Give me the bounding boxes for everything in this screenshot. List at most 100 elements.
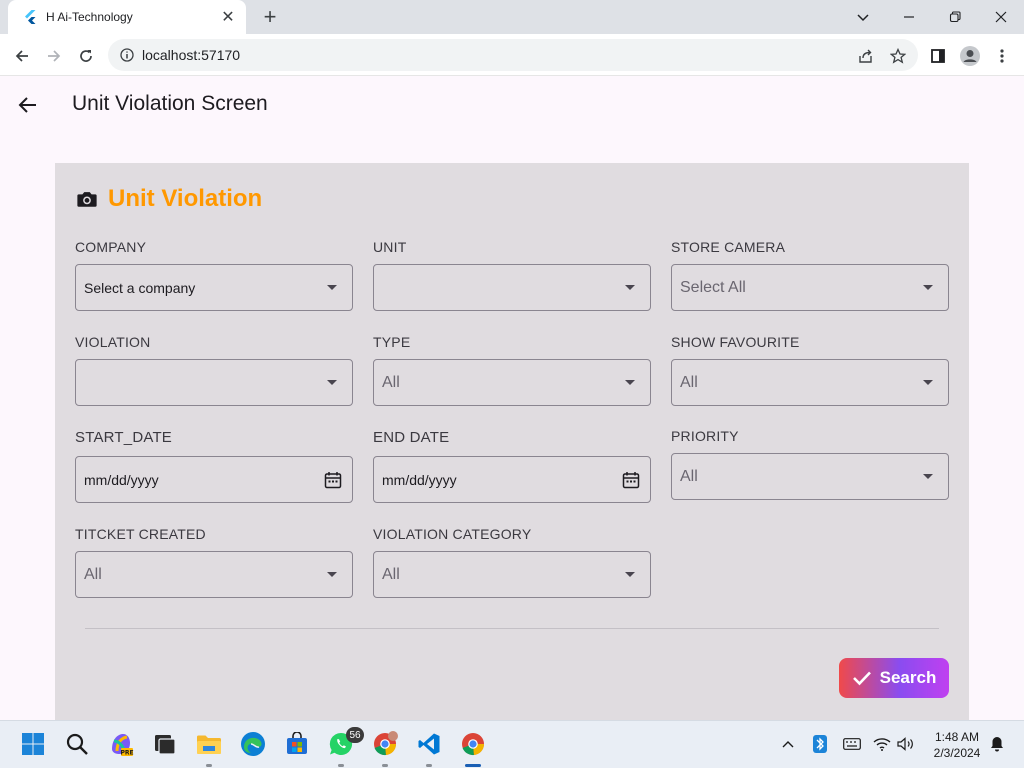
edge-browser-icon[interactable]	[240, 731, 266, 757]
reload-icon[interactable]	[72, 42, 100, 70]
priority-field: PRIORITY All	[671, 428, 949, 500]
running-indicator	[206, 764, 212, 767]
start-date-input[interactable]: mm/dd/yyyy	[75, 456, 353, 503]
notification-bell-icon[interactable]	[988, 733, 1006, 755]
bookmark-star-icon[interactable]	[884, 42, 912, 70]
type-value: All	[382, 373, 400, 391]
card-header: Unit Violation	[76, 185, 262, 213]
violation-category-field: VIOLATION CATEGORY All	[373, 526, 651, 598]
company-dropdown[interactable]: Select a company	[75, 264, 353, 311]
store-camera-value: Select All	[680, 278, 746, 296]
search-button-label: Search	[879, 668, 937, 687]
running-indicator	[426, 764, 432, 767]
dropdown-arrow-icon	[625, 285, 635, 290]
windows-taskbar: PRE 56 1:48 AM 2/3/2024	[0, 720, 1024, 768]
store-camera-field: STORE CAMERA Select All	[671, 239, 949, 311]
priority-label: PRIORITY	[671, 428, 739, 444]
flutter-icon	[25, 10, 36, 24]
end-date-field: END DATE mm/dd/yyyy	[373, 429, 651, 503]
dropdown-arrow-icon	[327, 380, 337, 385]
windows-start-icon[interactable]	[20, 731, 46, 757]
tab-title: H Ai-Technology	[46, 10, 133, 24]
task-view-icon[interactable]	[152, 731, 178, 757]
calendar-icon[interactable]	[324, 471, 342, 489]
back-arrow-icon[interactable]	[16, 93, 40, 117]
volume-icon[interactable]	[896, 733, 916, 755]
camera-icon	[77, 192, 97, 207]
violation-category-dropdown[interactable]: All	[373, 551, 651, 598]
svg-text:PRE: PRE	[120, 750, 133, 757]
side-panel-icon[interactable]	[924, 42, 952, 70]
keyboard-icon[interactable]	[842, 733, 862, 755]
divider	[85, 628, 939, 629]
violation-field: VIOLATION	[75, 334, 353, 406]
dropdown-arrow-icon	[327, 572, 337, 577]
clock-time: 1:48 AM	[934, 730, 980, 744]
more-menu-icon[interactable]	[988, 42, 1016, 70]
start-date-placeholder: mm/dd/yyyy	[84, 471, 159, 488]
dropdown-arrow-icon	[923, 285, 933, 290]
ticket-created-field: TITCKET CREATED All	[75, 526, 353, 598]
type-dropdown[interactable]: All	[373, 359, 651, 406]
unit-field: UNIT	[373, 239, 651, 311]
start-date-field: START_DATE mm/dd/yyyy	[75, 429, 353, 503]
back-nav-icon[interactable]	[8, 42, 36, 70]
page-title: Unit Violation Screen	[72, 92, 268, 115]
priority-dropdown[interactable]: All	[671, 453, 949, 500]
system-clock[interactable]: 1:48 AM 2/3/2024	[924, 729, 990, 761]
copilot-icon[interactable]: PRE	[108, 731, 134, 757]
dropdown-arrow-icon	[923, 474, 933, 479]
running-indicator	[382, 764, 388, 767]
search-icon[interactable]	[64, 731, 90, 757]
end-date-label: END DATE	[373, 429, 450, 446]
tab-close-icon[interactable]: ✕	[220, 7, 236, 27]
type-label: TYPE	[373, 334, 411, 350]
forward-nav-icon[interactable]	[40, 42, 68, 70]
company-label: COMPANY	[75, 239, 147, 255]
url-text: localhost:57170	[142, 47, 241, 63]
whatsapp-icon[interactable]: 56	[328, 727, 364, 757]
dropdown-arrow-icon	[625, 380, 635, 385]
show-favourite-label: SHOW FAVOURITE	[671, 334, 800, 350]
store-camera-dropdown[interactable]: Select All	[671, 264, 949, 311]
active-window-indicator	[465, 764, 481, 767]
new-tab-button[interactable]: +	[258, 4, 282, 29]
profile-avatar-icon[interactable]	[956, 42, 984, 70]
unit-dropdown[interactable]	[373, 264, 651, 311]
chevron-up-icon[interactable]	[778, 733, 798, 755]
browser-toolbar: localhost:57170	[0, 34, 1024, 76]
notification-badge: 56	[346, 727, 364, 743]
chrome-icon[interactable]	[460, 731, 486, 757]
vscode-icon[interactable]	[416, 731, 442, 757]
share-icon[interactable]	[852, 42, 880, 70]
close-window-button[interactable]	[978, 0, 1024, 34]
site-info-icon[interactable]	[120, 48, 134, 62]
store-camera-label: STORE CAMERA	[671, 239, 786, 255]
unit-label: UNIT	[373, 239, 407, 255]
minimize-button[interactable]	[886, 0, 932, 34]
ticket-created-dropdown[interactable]: All	[75, 551, 353, 598]
running-indicator	[338, 764, 344, 767]
search-button[interactable]: Search	[839, 658, 949, 698]
wifi-icon[interactable]	[872, 733, 892, 755]
type-field: TYPE All	[373, 334, 651, 406]
clock-date: 2/3/2024	[933, 746, 981, 760]
unit-violation-card: Unit Violation COMPANY Select a company …	[55, 163, 969, 723]
bluetooth-icon[interactable]	[810, 733, 830, 755]
address-bar[interactable]: localhost:57170	[108, 39, 918, 71]
violation-dropdown[interactable]	[75, 359, 353, 406]
microsoft-store-icon[interactable]	[284, 731, 310, 757]
file-explorer-icon[interactable]	[196, 731, 222, 757]
chrome-profile-icon[interactable]	[372, 731, 398, 757]
violation-category-value: All	[382, 565, 400, 583]
company-field: COMPANY Select a company	[75, 239, 353, 311]
browser-tab[interactable]: H Ai-Technology ✕	[8, 0, 246, 34]
card-title: Unit Violation	[108, 185, 263, 212]
tab-search-chevron-icon[interactable]	[840, 0, 886, 34]
show-favourite-dropdown[interactable]: All	[671, 359, 949, 406]
restore-button[interactable]	[932, 0, 978, 34]
dropdown-arrow-icon	[625, 572, 635, 577]
calendar-icon[interactable]	[622, 471, 640, 489]
end-date-input[interactable]: mm/dd/yyyy	[373, 456, 651, 503]
start-date-label: START_DATE	[75, 429, 173, 446]
